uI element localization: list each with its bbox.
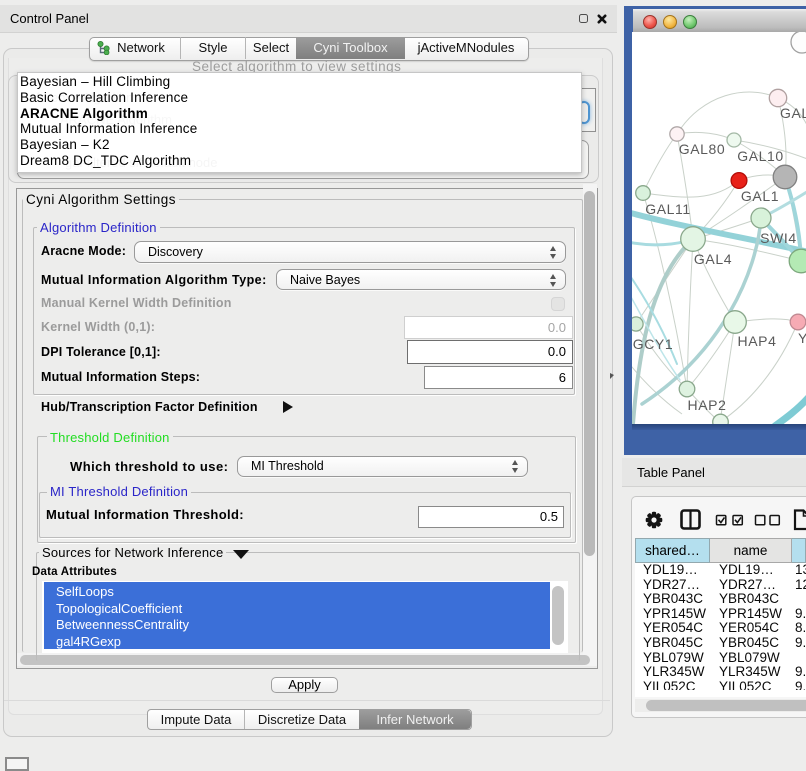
svg-text:GAL11: GAL11 — [645, 201, 691, 217]
svg-text:Y: Y — [798, 330, 806, 346]
svg-text:GCY1: GCY1 — [633, 336, 674, 352]
svg-text:HAP2: HAP2 — [688, 397, 727, 413]
svg-text:GAL80: GAL80 — [679, 141, 726, 157]
svg-text:HAP4: HAP4 — [738, 333, 777, 349]
svg-text:GAL7: GAL7 — [780, 105, 806, 121]
svg-text:GAL4: GAL4 — [694, 251, 732, 267]
svg-text:GAL10: GAL10 — [737, 148, 784, 164]
svg-text:SWI4: SWI4 — [760, 230, 797, 246]
svg-text:GAL1: GAL1 — [741, 188, 779, 204]
